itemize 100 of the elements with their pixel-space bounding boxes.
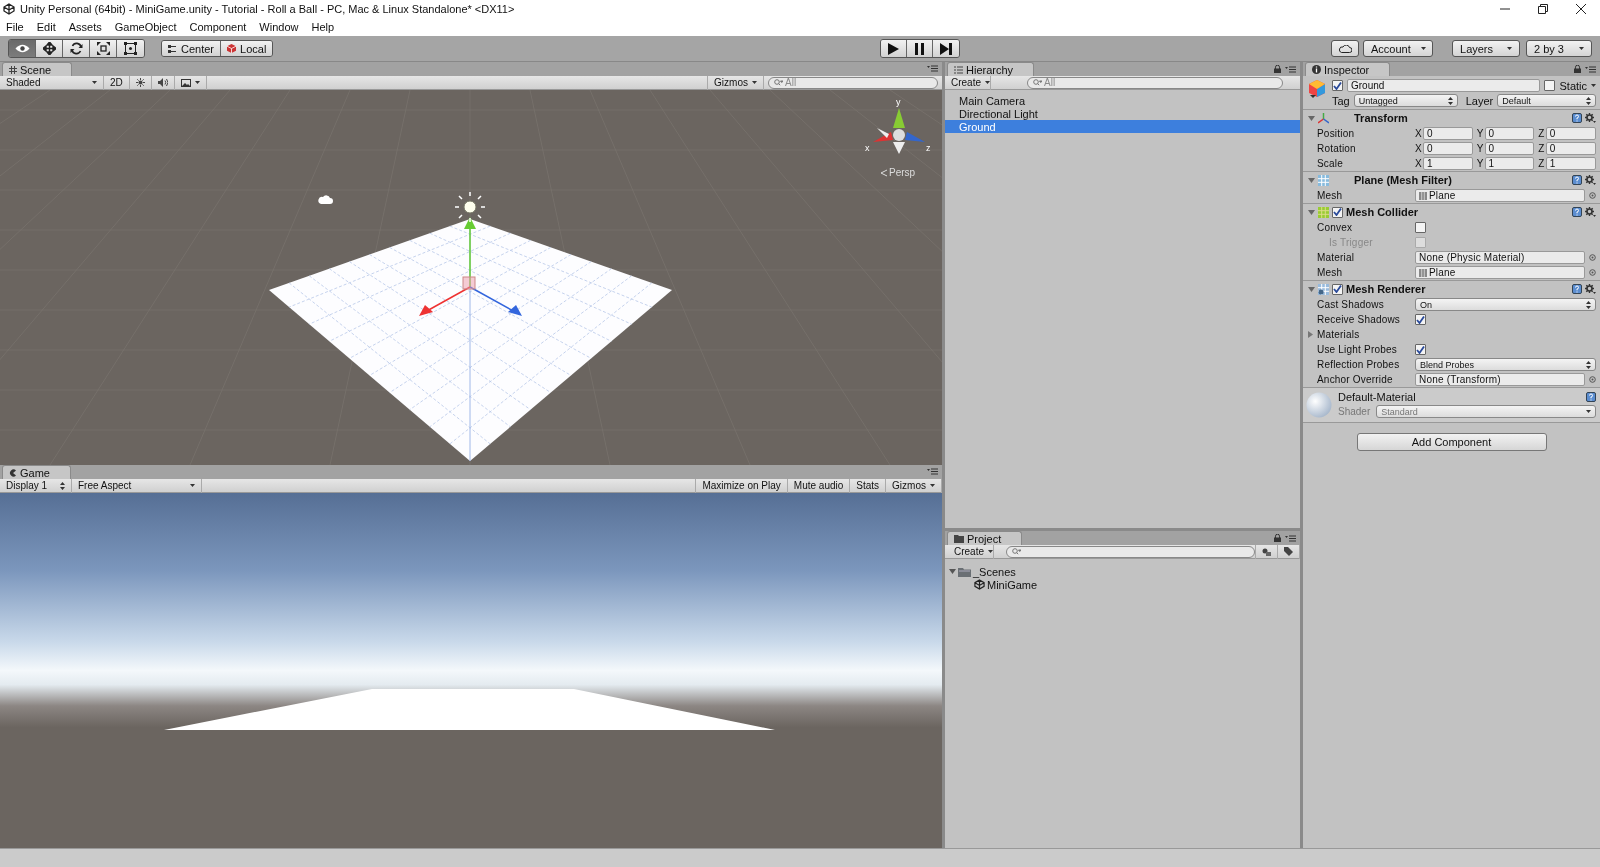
- menu-item[interactable]: Assets: [68, 21, 102, 33]
- filter-type-button[interactable]: [1255, 544, 1278, 559]
- restore-icon[interactable]: [1538, 4, 1548, 14]
- orientation-gizmo[interactable]: [873, 108, 925, 154]
- checkbox[interactable]: [1415, 344, 1426, 355]
- search-field[interactable]: [1006, 545, 1255, 558]
- menu-item[interactable]: Window: [259, 21, 299, 33]
- light-icon[interactable]: [454, 191, 486, 223]
- lock-icon[interactable]: [1274, 534, 1281, 542]
- account-dropdown[interactable]: Account: [1363, 40, 1433, 57]
- menu-item[interactable]: Component: [189, 21, 247, 33]
- audio-source-icon[interactable]: [318, 195, 333, 204]
- rotate-tool-button[interactable]: [63, 40, 90, 57]
- help-icon[interactable]: [1572, 284, 1582, 294]
- menu-item[interactable]: Help: [311, 21, 335, 33]
- number-field[interactable]: 0: [1545, 127, 1596, 140]
- move-tool-button[interactable]: [36, 40, 63, 57]
- hierarchy-item[interactable]: Ground: [945, 120, 1300, 133]
- menu-item[interactable]: Edit: [36, 21, 56, 33]
- foldout-arrow-icon[interactable]: [1308, 285, 1315, 293]
- game-option-button[interactable]: Mute audio: [787, 478, 851, 493]
- help-icon[interactable]: [1572, 175, 1582, 185]
- checkbox[interactable]: [1544, 80, 1556, 91]
- view-tool-button[interactable]: [9, 40, 36, 57]
- panel-menu-icon[interactable]: [927, 468, 938, 475]
- gizmos-dropdown[interactable]: Gizmos: [707, 75, 764, 90]
- game-option-button[interactable]: Stats: [850, 478, 887, 493]
- dropdown[interactable]: On: [1415, 298, 1596, 311]
- foldout-arrow-icon[interactable]: [1308, 176, 1315, 184]
- aspect-dropdown[interactable]: Free Aspect: [72, 478, 202, 493]
- checkbox[interactable]: [1415, 222, 1426, 233]
- gear-icon[interactable]: [1585, 113, 1596, 123]
- hierarchy-tab[interactable]: Hierarchy: [947, 62, 1035, 76]
- project-item[interactable]: MiniGame: [987, 578, 1038, 591]
- menu-item[interactable]: GameObject: [114, 21, 177, 33]
- dropdown[interactable]: Blend Probes: [1415, 358, 1596, 371]
- foldout-arrow-icon[interactable]: [949, 568, 956, 575]
- gear-icon[interactable]: [1585, 284, 1596, 294]
- gear-icon[interactable]: [1585, 175, 1596, 185]
- project-tab[interactable]: Project: [947, 531, 1023, 545]
- checkbox[interactable]: [1332, 283, 1343, 295]
- number-field[interactable]: 0: [1484, 142, 1535, 155]
- number-field[interactable]: 0: [1422, 142, 1473, 155]
- object-picker-icon[interactable]: [1589, 269, 1596, 276]
- play-button[interactable]: [880, 40, 907, 57]
- lock-icon[interactable]: [1574, 65, 1581, 73]
- checkbox[interactable]: [1415, 314, 1426, 325]
- name-field[interactable]: Ground: [1347, 79, 1541, 92]
- move-gizmo[interactable]: [419, 217, 522, 316]
- object-field[interactable]: Plane: [1415, 189, 1585, 202]
- foldout-arrow-icon[interactable]: [1308, 114, 1315, 122]
- help-icon[interactable]: [1586, 392, 1596, 402]
- checkbox[interactable]: [1332, 206, 1343, 218]
- number-field[interactable]: 1: [1545, 157, 1596, 170]
- number-field[interactable]: 0: [1484, 127, 1535, 140]
- lock-icon[interactable]: [1274, 65, 1281, 73]
- checkbox[interactable]: [1332, 80, 1343, 91]
- number-field[interactable]: 0: [1545, 142, 1596, 155]
- foldout-label[interactable]: Materials: [1317, 329, 1360, 340]
- object-picker-icon[interactable]: [1589, 376, 1596, 383]
- number-field[interactable]: 1: [1422, 157, 1473, 170]
- shader-dropdown[interactable]: Standard: [1376, 405, 1596, 418]
- object-field[interactable]: Plane: [1415, 266, 1585, 279]
- foldout-arrow-icon[interactable]: [1308, 208, 1315, 216]
- panel-menu-icon[interactable]: [1285, 65, 1296, 73]
- add-component-button[interactable]: Add Component: [1356, 433, 1547, 451]
- number-field[interactable]: 0: [1422, 127, 1473, 140]
- step-button[interactable]: [932, 40, 959, 57]
- close-icon[interactable]: [1576, 4, 1586, 14]
- object-field[interactable]: None (Physic Material): [1415, 251, 1585, 264]
- layer-dropdown[interactable]: Default: [1497, 94, 1596, 107]
- 2d-toggle-button[interactable]: 2D: [104, 75, 130, 90]
- object-field[interactable]: None (Transform): [1415, 373, 1585, 386]
- object-picker-icon[interactable]: [1589, 254, 1596, 261]
- inspector-tab[interactable]: Inspector: [1305, 62, 1391, 76]
- layers-dropdown[interactable]: Layers: [1452, 40, 1520, 57]
- game-tab[interactable]: Game: [2, 465, 71, 479]
- menu-item[interactable]: File: [6, 21, 24, 33]
- pivot-toggle-button[interactable]: Center: [162, 41, 222, 56]
- shading-dropdown[interactable]: Shaded: [0, 75, 104, 90]
- object-picker-icon[interactable]: [1589, 192, 1596, 199]
- scale-tool-button[interactable]: [90, 40, 117, 57]
- hierarchy-item[interactable]: Main Camera: [945, 94, 1300, 107]
- project-item[interactable]: _Scenes: [973, 565, 1016, 578]
- panel-menu-icon[interactable]: [1285, 534, 1296, 542]
- create-dropdown[interactable]: Create: [948, 544, 994, 559]
- number-field[interactable]: 1: [1484, 157, 1535, 170]
- scene-tab[interactable]: Scene: [2, 62, 73, 76]
- layout-dropdown[interactable]: 2 by 3: [1526, 40, 1592, 57]
- help-icon[interactable]: [1572, 113, 1582, 123]
- projection-label[interactable]: Persp: [889, 167, 916, 178]
- pause-button[interactable]: [906, 40, 933, 57]
- gear-icon[interactable]: [1585, 207, 1596, 217]
- display-dropdown[interactable]: Display 1: [0, 478, 72, 493]
- panel-menu-icon[interactable]: [1585, 65, 1596, 73]
- help-icon[interactable]: [1572, 207, 1582, 217]
- create-dropdown[interactable]: Create: [945, 75, 991, 90]
- cloud-button[interactable]: [1331, 40, 1359, 57]
- rect-tool-button[interactable]: [117, 40, 144, 57]
- space-toggle-button[interactable]: Local: [221, 41, 273, 56]
